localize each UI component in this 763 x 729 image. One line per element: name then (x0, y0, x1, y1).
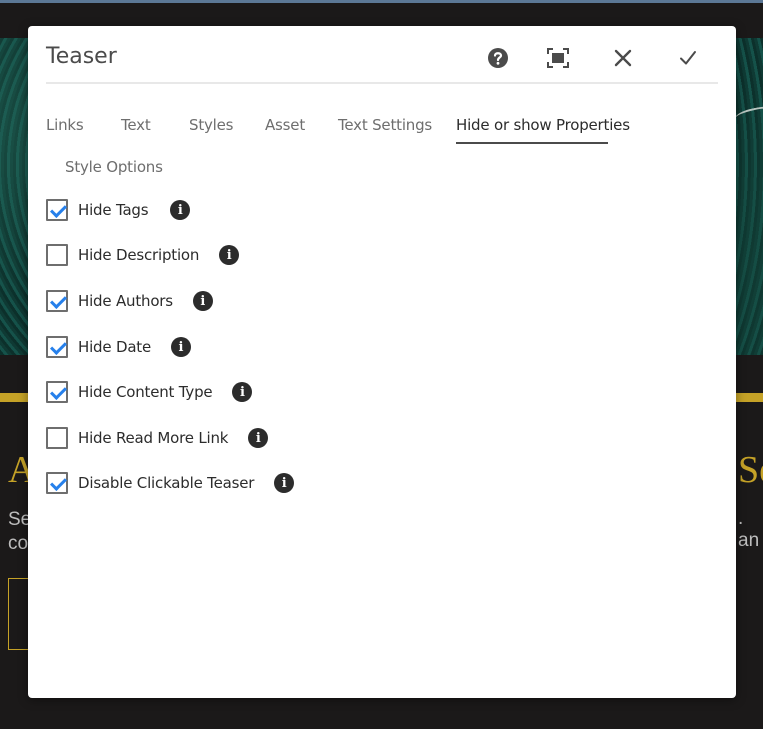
active-tab-indicator (456, 142, 608, 144)
option-label: Hide Content Type (78, 383, 213, 401)
info-icon[interactable]: i (192, 291, 213, 311)
option-label: Disable Clickable Teaser (78, 474, 255, 492)
fullscreen-button[interactable] (543, 43, 573, 73)
option-label: Hide Read More Link (78, 429, 229, 447)
option-disable-clickable-teaser: Disable Clickable Teaser i (46, 471, 295, 495)
info-icon[interactable]: i (171, 337, 192, 357)
info-icon[interactable]: i (219, 245, 240, 265)
option-hide-date: Hide Date i (46, 335, 192, 359)
tab-asset[interactable]: Asset (265, 116, 305, 134)
checkmark-icon (680, 51, 696, 65)
info-icon[interactable]: i (274, 473, 295, 493)
hide-date-checkbox[interactable] (46, 336, 68, 358)
hide-content-type-checkbox[interactable] (46, 381, 68, 403)
info-icon[interactable]: i (248, 428, 269, 448)
close-icon (614, 49, 632, 67)
hide-tags-checkbox[interactable] (46, 199, 68, 221)
dialog-title: Teaser (46, 44, 117, 69)
hide-read-more-link-checkbox[interactable] (46, 427, 68, 449)
option-hide-tags: Hide Tags i (46, 198, 191, 222)
tab-links[interactable]: Links (46, 116, 84, 134)
browser-top-bar (0, 0, 763, 3)
tab-style-options[interactable]: Style Options (65, 158, 163, 176)
option-label: Hide Date (78, 338, 152, 356)
background-text-right: . an (738, 508, 760, 551)
option-label: Hide Authors (78, 292, 173, 310)
tab-text-settings[interactable]: Text Settings (338, 116, 432, 134)
dialog-header: Teaser (46, 26, 718, 84)
option-hide-content-type: Hide Content Type i (46, 380, 253, 404)
tab-text[interactable]: Text (121, 116, 151, 134)
close-button[interactable] (608, 43, 638, 73)
disable-clickable-teaser-checkbox[interactable] (46, 472, 68, 494)
hero-road-detail (734, 103, 763, 125)
option-hide-authors: Hide Authors i (46, 289, 213, 313)
option-hide-description: Hide Description i (46, 243, 240, 267)
tab-styles[interactable]: Styles (189, 116, 233, 134)
option-hide-read-more-link: Hide Read More Link i (46, 426, 269, 450)
teaser-dialog: Teaser Links Text Styles Asset Text Sett… (28, 26, 736, 698)
info-icon[interactable]: i (170, 200, 191, 220)
done-button[interactable] (673, 43, 703, 73)
tab-hide-or-show-properties[interactable]: Hide or show Properties (456, 116, 630, 134)
help-icon (488, 48, 508, 68)
info-icon[interactable]: i (232, 382, 253, 402)
hide-description-checkbox[interactable] (46, 244, 68, 266)
help-button[interactable] (483, 43, 513, 73)
hide-authors-checkbox[interactable] (46, 290, 68, 312)
option-label: Hide Description (78, 246, 200, 264)
option-label: Hide Tags (78, 201, 149, 219)
fullscreen-icon (547, 48, 569, 68)
background-heading-right: Se (738, 449, 763, 491)
